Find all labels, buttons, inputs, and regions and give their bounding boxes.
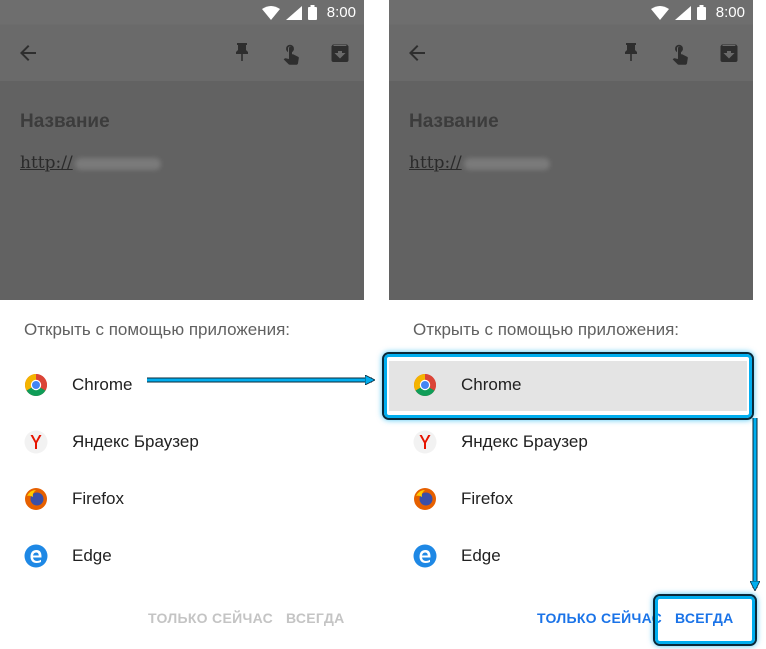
blurred-url xyxy=(463,157,550,170)
status-time: 8:00 xyxy=(326,4,356,21)
signal-icon xyxy=(674,5,691,20)
app-item-yandex[interactable]: Яндекс Браузер xyxy=(0,414,364,470)
app-toolbar xyxy=(0,25,364,81)
chrome-icon xyxy=(25,374,47,396)
always-highlight-callout xyxy=(655,596,755,644)
note-link[interactable]: http:// xyxy=(409,153,550,173)
pin-icon[interactable] xyxy=(619,41,643,65)
app-item-firefox[interactable]: Firefox xyxy=(0,471,364,527)
link-protocol: http:// xyxy=(409,153,462,173)
touch-icon[interactable] xyxy=(668,41,692,65)
edge-icon xyxy=(413,544,437,568)
pin-icon[interactable] xyxy=(230,41,254,65)
yandex-icon xyxy=(24,430,48,454)
back-arrow-icon[interactable] xyxy=(405,41,429,65)
firefox-icon xyxy=(25,488,47,510)
chrome-highlight-callout xyxy=(384,354,752,418)
status-time: 8:00 xyxy=(715,4,745,21)
note-content-dimmed: Название http:// xyxy=(0,81,364,300)
always-button[interactable]: ВСЕГДА xyxy=(286,610,345,626)
app-item-edge[interactable]: Edge xyxy=(0,528,364,584)
open-with-sheet: Открыть с помощью приложения: Chrome Янд… xyxy=(0,300,364,649)
status-bar: 8:00 xyxy=(0,0,364,25)
phone-screenshot-before: 8:00 Название http:// Открыть с помощью … xyxy=(0,0,364,649)
app-label: Edge xyxy=(461,546,501,565)
blurred-url xyxy=(74,157,161,170)
app-label: Firefox xyxy=(461,489,513,508)
app-label: Яндекс Браузер xyxy=(461,432,588,451)
note-title: Название xyxy=(409,111,499,132)
app-label: Firefox xyxy=(72,489,124,508)
note-link[interactable]: http:// xyxy=(20,153,161,173)
just-once-button[interactable]: ТОЛЬКО СЕЙЧАС xyxy=(537,610,662,626)
app-item-chrome[interactable]: Chrome xyxy=(0,357,364,413)
status-bar: 8:00 xyxy=(389,0,753,25)
phone-screenshot-after: 8:00 Название http:// Открыть с помощью … xyxy=(389,0,753,649)
just-once-button[interactable]: ТОЛЬКО СЕЙЧАС xyxy=(148,610,273,626)
edge-icon xyxy=(24,544,48,568)
app-label: Яндекс Браузер xyxy=(72,432,199,451)
back-arrow-icon[interactable] xyxy=(16,41,40,65)
archive-icon[interactable] xyxy=(328,41,352,65)
battery-icon xyxy=(696,5,706,20)
app-item-firefox[interactable]: Firefox xyxy=(389,471,753,527)
app-toolbar xyxy=(389,25,753,81)
app-item-edge[interactable]: Edge xyxy=(389,528,753,584)
link-protocol: http:// xyxy=(20,153,73,173)
app-label: Chrome xyxy=(72,375,133,394)
note-content-dimmed: Название http:// xyxy=(389,81,753,300)
signal-icon xyxy=(285,5,302,20)
archive-icon[interactable] xyxy=(717,41,741,65)
wifi-icon xyxy=(261,5,280,20)
yandex-icon xyxy=(413,430,437,454)
sheet-title: Открыть с помощью приложения: xyxy=(24,320,290,339)
app-item-yandex[interactable]: Яндекс Браузер xyxy=(389,414,753,470)
wifi-icon xyxy=(650,5,669,20)
touch-icon[interactable] xyxy=(279,41,303,65)
note-title: Название xyxy=(20,111,110,132)
app-label: Edge xyxy=(72,546,112,565)
sheet-title: Открыть с помощью приложения: xyxy=(413,320,679,339)
battery-icon xyxy=(307,5,317,20)
firefox-icon xyxy=(414,488,436,510)
